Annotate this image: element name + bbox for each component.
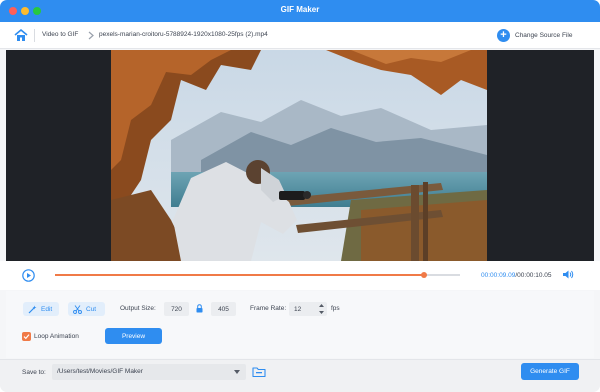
- progress-fill: [55, 274, 424, 276]
- current-time: 00:00:09.09: [481, 272, 516, 279]
- edit-button[interactable]: Edit: [23, 302, 59, 316]
- progress-track[interactable]: [55, 272, 460, 278]
- frame-rate-label: Frame Rate:: [250, 305, 287, 312]
- video-frame: [111, 50, 487, 261]
- breadcrumb-file-name: pexels-marian-croitoru-5788924-1920x1080…: [99, 31, 268, 38]
- folder-icon[interactable]: [252, 365, 266, 378]
- fps-label: fps: [331, 305, 340, 312]
- gif-maker-window: GIF Maker Video to GIF pexels-marian-cro…: [0, 0, 600, 392]
- chevron-down-icon: [234, 370, 240, 374]
- total-time: 00:00:10.05: [517, 272, 552, 279]
- breadcrumb-bar: Video to GIF pexels-marian-croitoru-5788…: [0, 22, 600, 49]
- play-icon[interactable]: [22, 269, 35, 282]
- cut-label: Cut: [86, 305, 97, 313]
- loop-animation-label: Loop Animation: [34, 333, 79, 340]
- scissors-icon: [73, 304, 82, 314]
- time-display: 00:00:09.09/00:00:10.05: [481, 272, 552, 279]
- height-input[interactable]: 405: [211, 302, 236, 316]
- save-to-label: Save to:: [22, 369, 46, 376]
- checkmark-icon: [23, 334, 30, 340]
- divider: [34, 29, 35, 42]
- lock-icon[interactable]: [196, 304, 203, 313]
- generate-gif-button[interactable]: Generate GIF: [521, 363, 579, 380]
- change-source-file-button[interactable]: + Change Source File: [497, 28, 572, 43]
- progress-thumb[interactable]: [420, 272, 427, 278]
- change-source-label: Change Source File: [515, 32, 573, 39]
- magic-wand-icon: [28, 305, 37, 313]
- cut-button[interactable]: Cut: [68, 302, 105, 316]
- window-title: GIF Maker: [280, 5, 320, 14]
- plus-circle-icon: +: [497, 29, 510, 42]
- width-input[interactable]: 720: [164, 302, 189, 316]
- video-preview-area: [6, 50, 594, 261]
- volume-icon[interactable]: [562, 269, 574, 280]
- edit-label: Edit: [41, 305, 53, 313]
- save-path-value: /Users/test/Movies/GIF Maker: [57, 368, 143, 375]
- frame-rate-stepper[interactable]: [318, 302, 325, 316]
- chevron-right-icon: [88, 31, 94, 40]
- home-icon[interactable]: [13, 28, 29, 43]
- title-bar: GIF Maker: [0, 0, 600, 22]
- loop-animation-checkbox[interactable]: [22, 332, 31, 341]
- breadcrumb-video-to-gif[interactable]: Video to GIF: [42, 31, 78, 38]
- output-size-label: Output Size:: [120, 305, 156, 312]
- save-path-dropdown[interactable]: /Users/test/Movies/GIF Maker: [52, 364, 246, 380]
- preview-button[interactable]: Preview: [105, 328, 162, 344]
